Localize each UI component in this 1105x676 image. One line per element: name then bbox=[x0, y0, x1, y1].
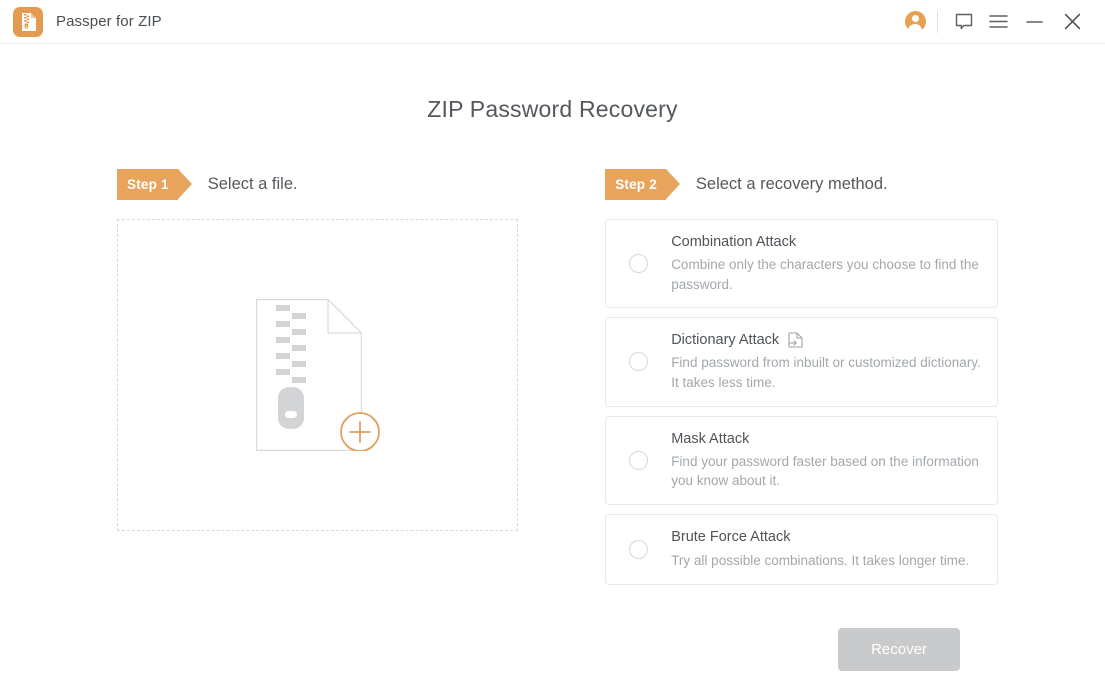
recovery-option-card[interactable]: Brute Force Attack Try all possible combi… bbox=[605, 513, 998, 585]
recovery-option-title-text: Dictionary Attack bbox=[671, 332, 780, 349]
step2-badge: Step 2 bbox=[605, 169, 680, 200]
page-title: ZIP Password Recovery bbox=[427, 96, 678, 122]
step2-column: Step 2 Select a recovery method. Combina… bbox=[605, 169, 998, 671]
step2-label: Select a recovery method. bbox=[695, 175, 888, 193]
footer: Recover bbox=[605, 627, 998, 671]
recovery-option-description: Try all possible combinations. It takes … bbox=[671, 552, 970, 568]
recovery-option-title-text: Mask Attack bbox=[671, 430, 750, 447]
step1-header: Step 1 Select a file. bbox=[117, 169, 546, 200]
recovery-option-description: Find your password faster based on the i… bbox=[671, 453, 979, 489]
minimize-button[interactable] bbox=[1015, 0, 1053, 44]
titlebar: Passper for ZIP bbox=[0, 0, 1105, 44]
close-icon bbox=[1064, 13, 1080, 30]
app-title: Passper for ZIP bbox=[56, 13, 162, 30]
user-avatar-icon bbox=[904, 11, 926, 32]
recovery-option-radio[interactable] bbox=[629, 254, 649, 274]
zip-file-icon bbox=[13, 6, 43, 37]
recovery-option-title: Mask Attack bbox=[671, 430, 981, 448]
recovery-option-title: Dictionary Attack bbox=[671, 331, 981, 349]
recovery-option-card[interactable]: Mask Attack Find your password faster bas… bbox=[605, 415, 998, 505]
recovery-option-card[interactable]: Combination Attack Combine only the chara… bbox=[605, 219, 998, 309]
close-button[interactable] bbox=[1053, 0, 1091, 44]
file-dropzone[interactable] bbox=[117, 219, 518, 531]
recovery-option-title: Combination Attack bbox=[671, 233, 981, 251]
recover-button[interactable]: Recover bbox=[838, 627, 960, 671]
recovery-option-description: Combine only the characters you choose t… bbox=[671, 257, 979, 292]
recovery-option-body: Mask Attack Find your password faster bas… bbox=[671, 430, 981, 491]
titlebar-divider bbox=[937, 10, 938, 33]
recovery-option-title: Brute Force Attack bbox=[671, 528, 981, 546]
app-brand: Passper for ZIP bbox=[0, 6, 162, 37]
content-columns: Step 1 Select a file. Step 2 Select a re… bbox=[0, 169, 1105, 671]
step1-column: Step 1 Select a file. bbox=[117, 169, 546, 671]
recovery-option-body: Dictionary Attack Find password from inbu… bbox=[671, 331, 981, 392]
recovery-option-body: Combination Attack Combine only the chara… bbox=[671, 233, 981, 294]
step2-header: Step 2 Select a recovery method. bbox=[605, 169, 998, 200]
recovery-option-description: Find password from inbuilt or customized… bbox=[671, 355, 981, 390]
zip-document-add-icon bbox=[255, 299, 380, 452]
titlebar-actions bbox=[898, 0, 1105, 43]
hamburger-menu-icon bbox=[988, 15, 1008, 28]
recovery-option-radio[interactable] bbox=[629, 352, 649, 372]
import-file-icon[interactable] bbox=[788, 332, 803, 348]
recovery-option-radio[interactable] bbox=[629, 450, 649, 470]
speech-bubble-icon bbox=[955, 13, 973, 29]
step1-label: Select a file. bbox=[207, 175, 298, 193]
step1-badge: Step 1 bbox=[117, 169, 192, 200]
recovery-option-body: Brute Force Attack Try all possible combi… bbox=[671, 528, 981, 570]
account-button[interactable] bbox=[898, 0, 932, 44]
menu-button[interactable] bbox=[981, 0, 1015, 44]
recovery-option-title-text: Brute Force Attack bbox=[671, 529, 791, 546]
feedback-button[interactable] bbox=[947, 0, 981, 44]
recovery-method-list: Combination Attack Combine only the chara… bbox=[605, 219, 998, 585]
minimize-icon bbox=[1025, 20, 1043, 23]
recovery-option-radio[interactable] bbox=[629, 539, 649, 559]
recovery-option-title-text: Combination Attack bbox=[671, 234, 797, 250]
recovery-option-card[interactable]: Dictionary Attack Find password from inbu… bbox=[605, 317, 998, 407]
